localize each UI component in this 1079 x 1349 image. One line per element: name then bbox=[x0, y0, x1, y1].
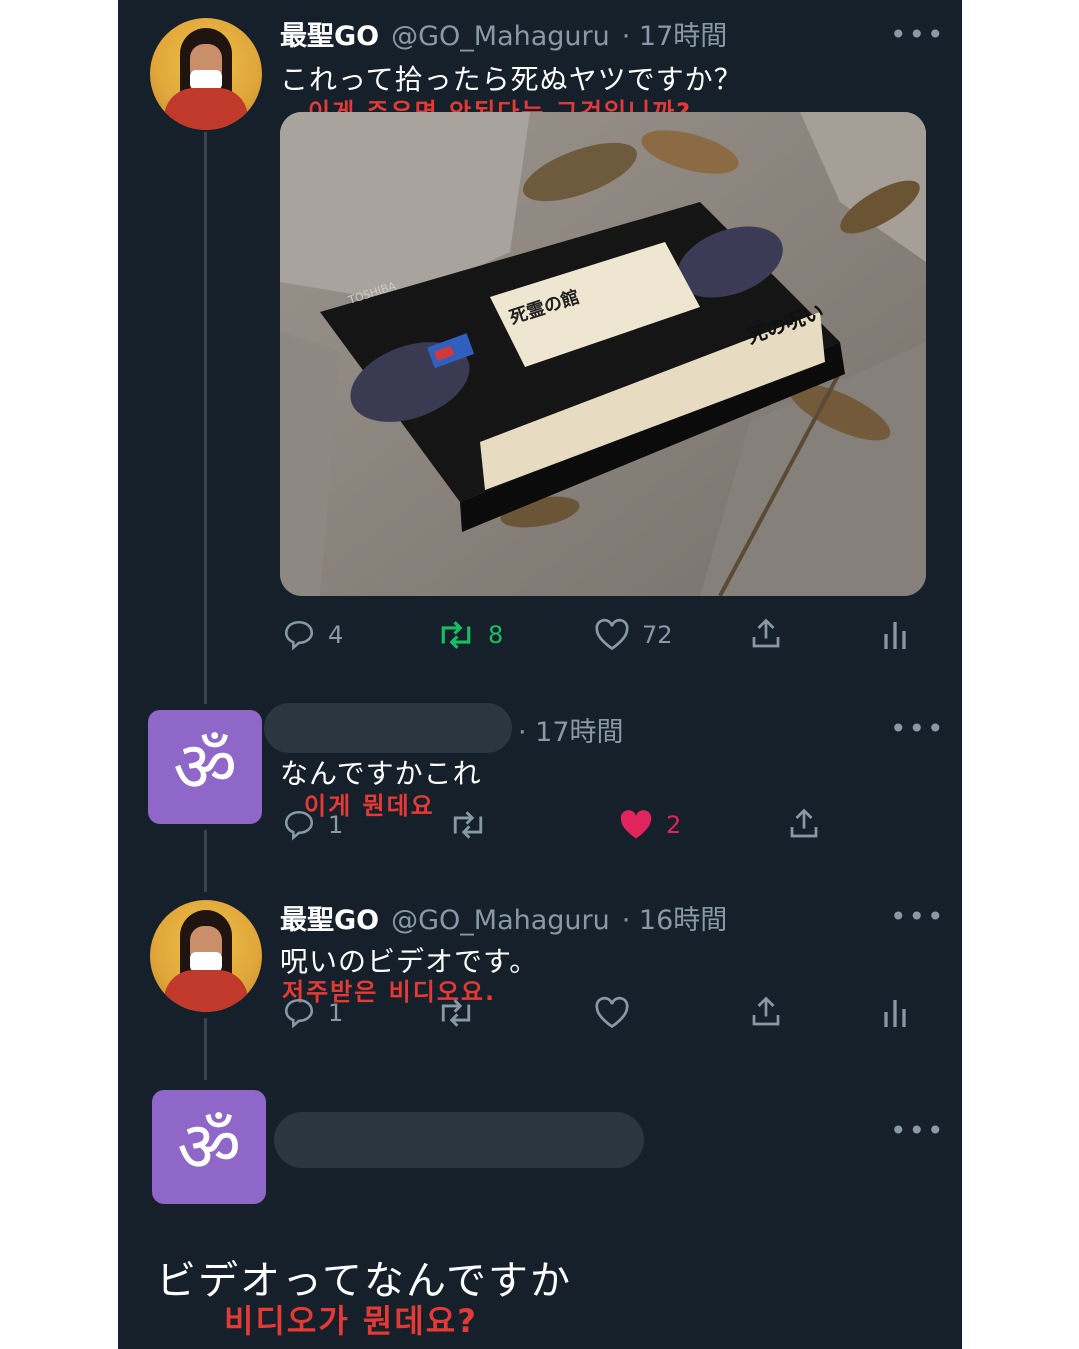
analytics-icon bbox=[884, 622, 906, 649]
retweet-icon bbox=[453, 811, 483, 839]
om-icon: ॐ bbox=[173, 726, 237, 808]
share-button[interactable] bbox=[786, 806, 822, 842]
share-icon bbox=[752, 996, 780, 1026]
thread-line bbox=[204, 1018, 207, 1080]
avatar[interactable]: ॐ bbox=[152, 1090, 266, 1204]
tweet-time[interactable]: · 17時間 bbox=[622, 14, 728, 53]
retweet-icon bbox=[441, 621, 471, 649]
share-icon bbox=[790, 808, 818, 838]
author-name[interactable]: 最聖GO bbox=[280, 14, 379, 53]
reply-icon bbox=[284, 620, 314, 651]
like-button[interactable]: 72 bbox=[594, 618, 673, 652]
like-count: 2 bbox=[666, 811, 682, 839]
tweet-time[interactable]: · 16時間 bbox=[622, 898, 728, 937]
like-icon bbox=[595, 996, 629, 1029]
tweet-time[interactable]: · 17時間 bbox=[518, 710, 624, 749]
share-button[interactable] bbox=[748, 994, 784, 1030]
like-button[interactable] bbox=[594, 996, 630, 1030]
more-icon[interactable]: ••• bbox=[890, 712, 946, 745]
analytics-icon bbox=[884, 1000, 906, 1027]
retweet-button[interactable]: 8 bbox=[436, 618, 503, 652]
analytics-button[interactable] bbox=[880, 994, 910, 1030]
like-icon bbox=[620, 810, 652, 839]
reply-count: 1 bbox=[328, 999, 344, 1027]
om-icon: ॐ bbox=[177, 1106, 241, 1188]
author-handle[interactable]: @GO_Mahaguru bbox=[391, 905, 610, 936]
reply-button[interactable]: 1 bbox=[282, 996, 343, 1030]
thread-line bbox=[204, 830, 207, 892]
share-icon bbox=[752, 618, 780, 648]
reply-icon bbox=[284, 810, 314, 841]
retweet-icon bbox=[441, 999, 471, 1027]
tweet-translation: 비디오가 뭔데요? bbox=[224, 1302, 478, 1340]
reply-count: 4 bbox=[328, 621, 344, 649]
blurred-username bbox=[264, 703, 512, 753]
blurred-username bbox=[274, 1112, 644, 1168]
reply-button[interactable]: 4 bbox=[282, 618, 343, 652]
more-icon[interactable]: ••• bbox=[890, 18, 946, 51]
retweet-count: 8 bbox=[488, 621, 504, 649]
retweet-button[interactable] bbox=[448, 808, 488, 842]
avatar[interactable] bbox=[150, 18, 262, 130]
avatar[interactable] bbox=[150, 900, 262, 1012]
retweet-button[interactable] bbox=[436, 996, 476, 1030]
like-button[interactable]: 2 bbox=[618, 808, 681, 842]
like-count: 72 bbox=[642, 621, 673, 649]
reply-icon bbox=[284, 998, 314, 1029]
author-name[interactable]: 最聖GO bbox=[280, 898, 379, 937]
more-icon[interactable]: ••• bbox=[890, 1114, 946, 1147]
share-button[interactable] bbox=[748, 616, 784, 652]
avatar[interactable]: ॐ bbox=[148, 710, 262, 824]
analytics-button[interactable] bbox=[880, 616, 910, 652]
more-icon[interactable]: ••• bbox=[890, 900, 946, 933]
vhs-tape-photo: 死霊の館 死の呪い TOSHIBA bbox=[280, 112, 926, 596]
reply-button[interactable]: 1 bbox=[282, 808, 343, 842]
reply-count: 1 bbox=[328, 811, 344, 839]
timeline: 最聖GO @GO_Mahaguru · 17時間 ••• これって拾ったら死ぬヤ… bbox=[118, 0, 962, 1349]
author-handle[interactable]: @GO_Mahaguru bbox=[391, 21, 610, 52]
thread-line bbox=[204, 132, 207, 704]
like-icon bbox=[595, 618, 629, 651]
tweet-photo[interactable]: 死霊の館 死の呪い TOSHIBA bbox=[280, 112, 926, 596]
